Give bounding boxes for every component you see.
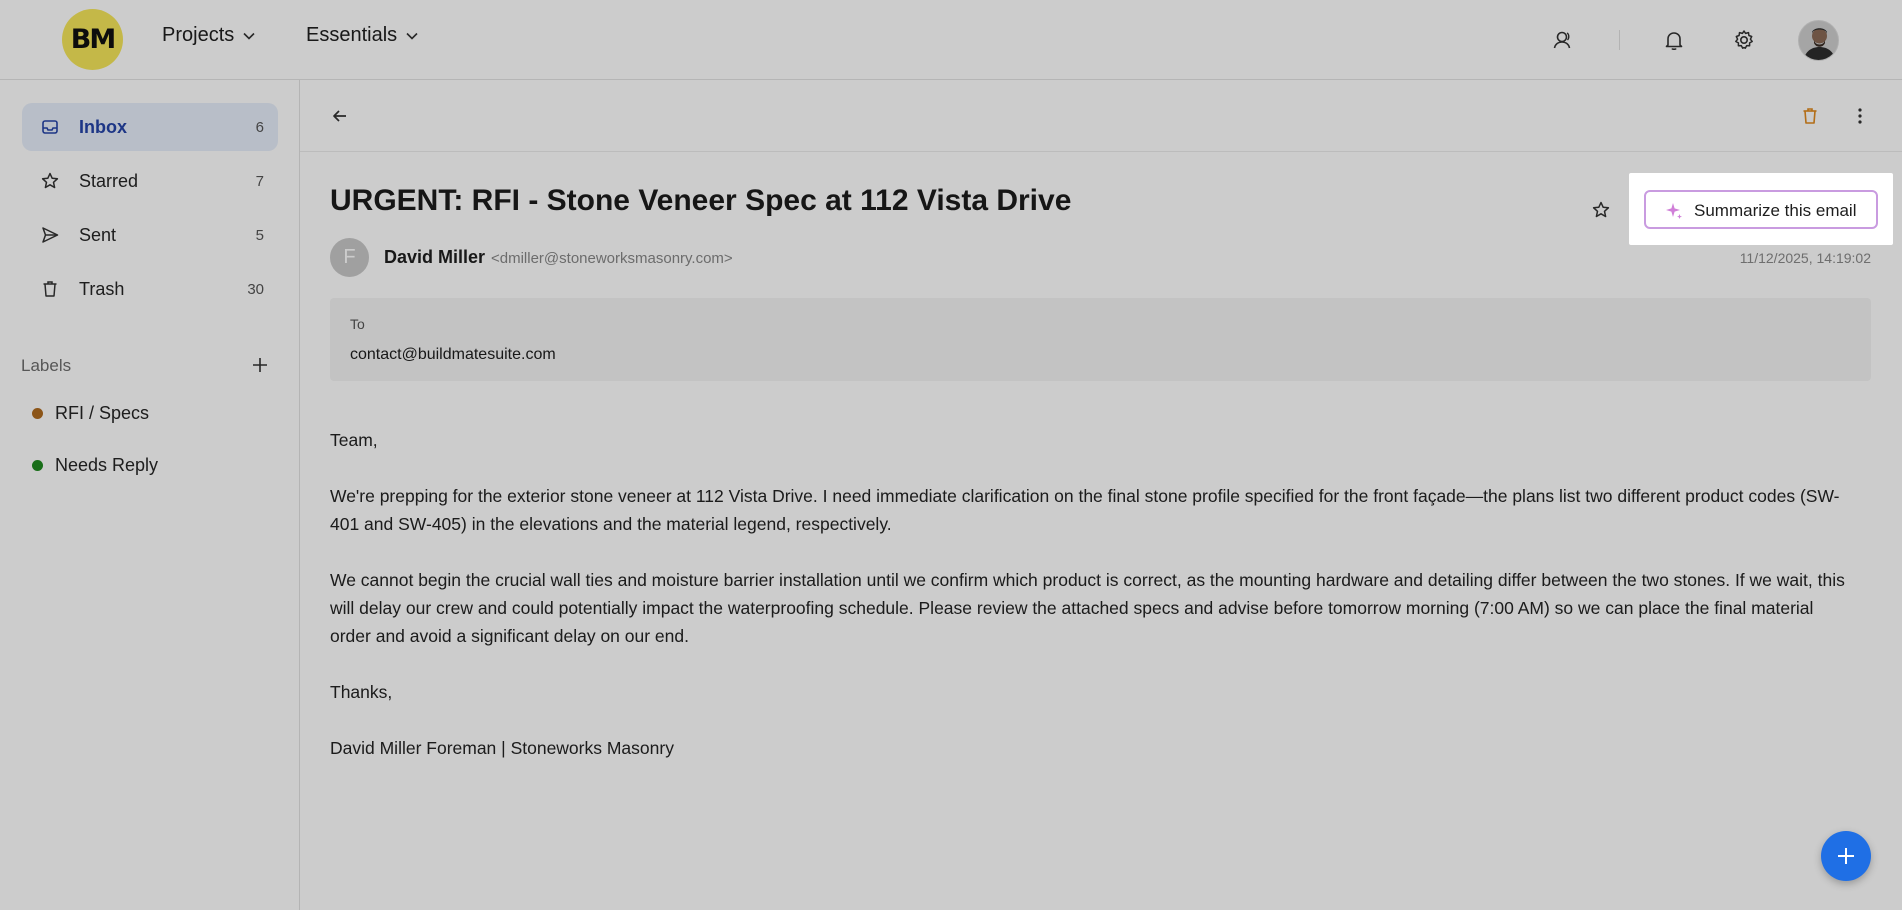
- sender-email: <dmiller@stoneworksmasonry.com>: [491, 250, 733, 267]
- email-body: Team, We're prepping for the exterior st…: [330, 426, 1850, 790]
- projects-menu-label: Projects: [162, 24, 235, 46]
- inbox-icon: [40, 117, 60, 137]
- top-bar: BM Projects Essentials: [0, 0, 1902, 80]
- send-icon: [40, 225, 60, 245]
- compose-button[interactable]: [1821, 831, 1871, 881]
- toolbar-divider: [1619, 30, 1620, 50]
- sparkle-icon: [1664, 201, 1684, 221]
- sidebar-item-count: 5: [255, 226, 264, 244]
- star-icon[interactable]: [1585, 194, 1617, 226]
- sender-name: David Miller: [384, 247, 486, 267]
- contacts-icon[interactable]: [1547, 24, 1579, 56]
- labels-header: Labels: [21, 350, 271, 380]
- label-item-needs-reply[interactable]: Needs Reply: [32, 450, 158, 480]
- body-paragraph: We cannot begin the crucial wall ties an…: [330, 570, 1845, 646]
- more-vertical-icon[interactable]: [1844, 100, 1876, 132]
- sidebar-item-starred[interactable]: Starred 7: [22, 157, 278, 205]
- gear-icon[interactable]: [1728, 24, 1760, 56]
- label-text: Needs Reply: [55, 454, 159, 475]
- body-paragraph: Team,: [330, 430, 378, 450]
- recipients-box: To contact@buildmatesuite.com: [330, 298, 1871, 381]
- labels-title: Labels: [21, 356, 72, 375]
- email-subject: URGENT: RFI - Stone Veneer Spec at 112 V…: [330, 184, 1072, 217]
- sidebar-item-label: Starred: [79, 170, 139, 191]
- add-label-icon[interactable]: [249, 354, 271, 376]
- summarize-email-button[interactable]: Summarize this email: [1644, 190, 1878, 229]
- email-toolbar: [300, 80, 1902, 152]
- body-paragraph: David Miller Foreman | Stoneworks Masonr…: [330, 738, 674, 758]
- sidebar-item-count: 7: [255, 172, 264, 190]
- essentials-menu[interactable]: Essentials: [306, 24, 419, 47]
- sidebar-item-trash[interactable]: Trash 30: [22, 265, 278, 313]
- logo-text: BM: [70, 24, 116, 55]
- sidebar-item-sent[interactable]: Sent 5: [22, 211, 278, 259]
- star-icon: [40, 171, 60, 191]
- sender-avatar: F: [330, 238, 369, 277]
- to-value: contact@buildmatesuite.com: [350, 346, 556, 363]
- label-item-rfi-specs[interactable]: RFI / Specs: [32, 398, 149, 428]
- label-color-dot: [32, 459, 43, 471]
- sidebar-item-label: Trash: [79, 278, 125, 299]
- trash-icon: [40, 279, 60, 299]
- label-color-dot: [32, 407, 43, 419]
- sidebar: Inbox 6 Starred 7 Sent 5 Trash 30 Labels…: [0, 80, 300, 910]
- delete-trash-icon[interactable]: [1794, 100, 1826, 132]
- chevron-down-icon: [405, 29, 419, 43]
- app-logo[interactable]: BM: [62, 9, 123, 70]
- user-avatar[interactable]: [1798, 20, 1839, 61]
- body-paragraph: We're prepping for the exterior stone ve…: [330, 486, 1840, 534]
- bell-icon[interactable]: [1658, 24, 1690, 56]
- sidebar-item-label: Inbox: [79, 116, 127, 137]
- summarize-label: Summarize this email: [1694, 201, 1857, 220]
- plus-icon: [1835, 845, 1857, 867]
- sidebar-item-inbox[interactable]: Inbox 6: [22, 103, 278, 151]
- essentials-menu-label: Essentials: [306, 24, 398, 46]
- label-text: RFI / Specs: [55, 402, 150, 423]
- sidebar-item-count: 6: [255, 118, 264, 136]
- to-label: To: [350, 316, 365, 332]
- back-arrow-icon[interactable]: [324, 100, 356, 132]
- chevron-down-icon: [242, 29, 256, 43]
- projects-menu[interactable]: Projects: [162, 24, 256, 47]
- email-timestamp: 11/12/2025, 14:19:02: [1739, 250, 1871, 266]
- sidebar-item-label: Sent: [79, 224, 117, 245]
- sidebar-item-count: 30: [247, 280, 264, 298]
- body-paragraph: Thanks,: [330, 682, 393, 702]
